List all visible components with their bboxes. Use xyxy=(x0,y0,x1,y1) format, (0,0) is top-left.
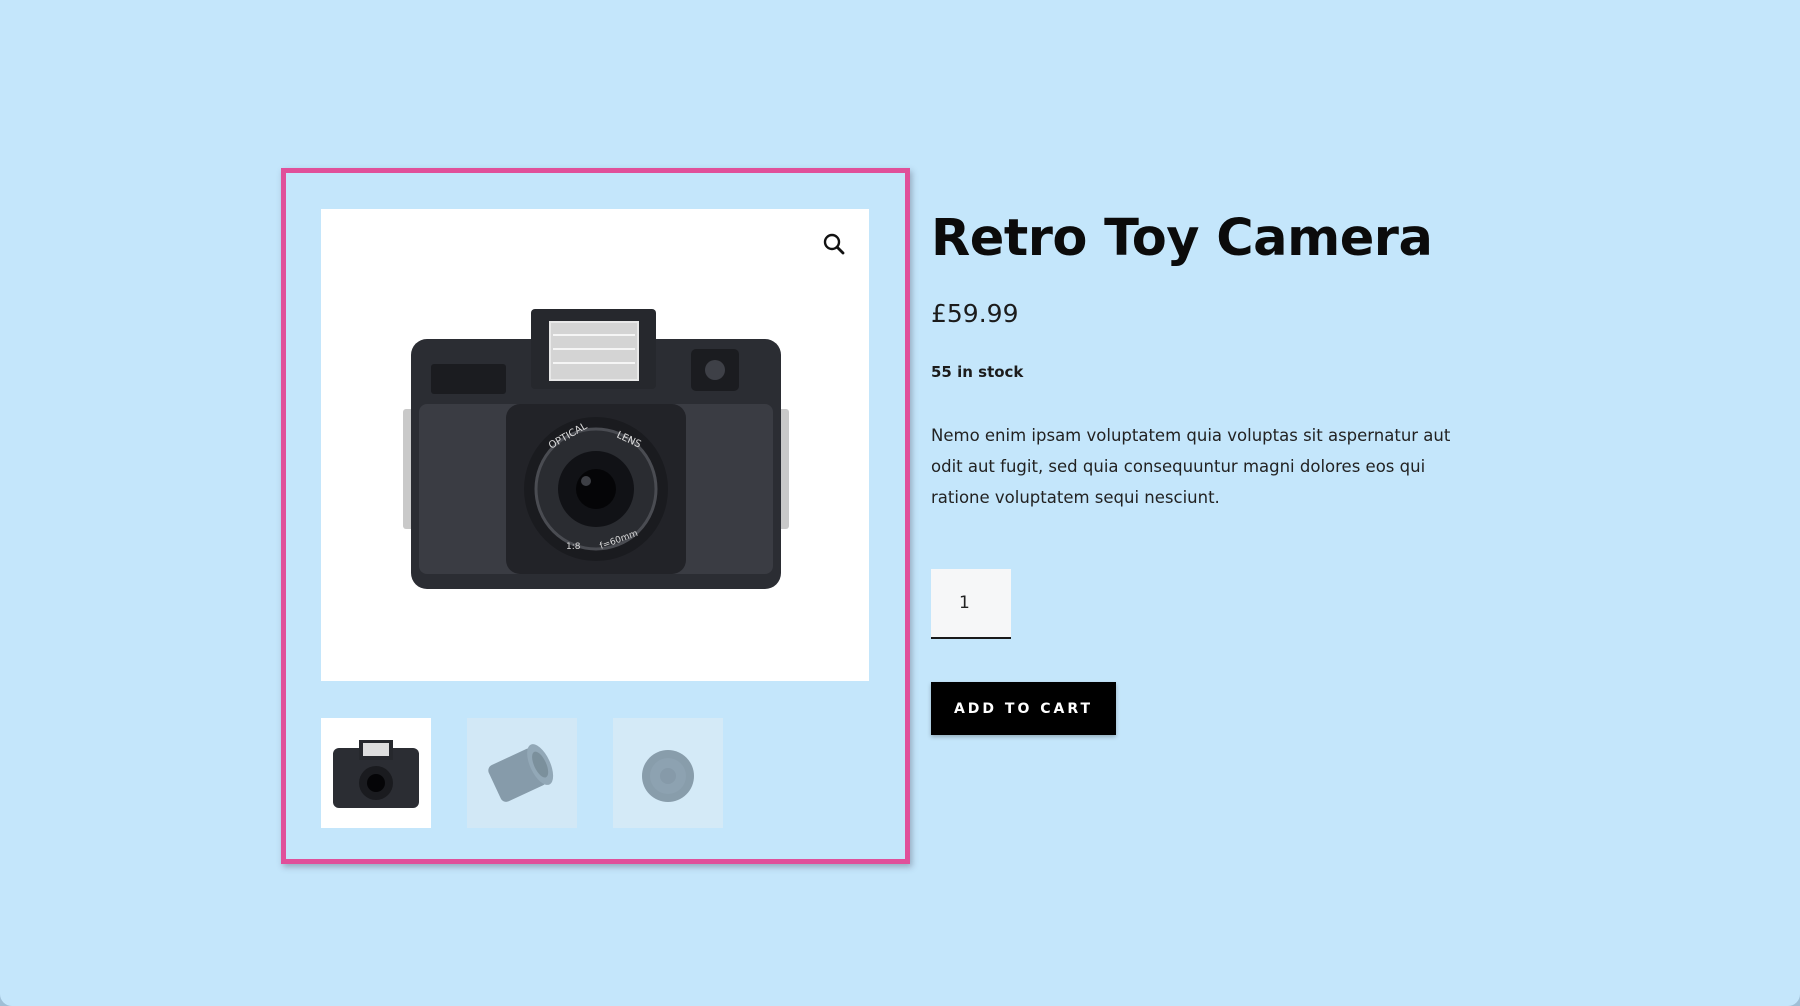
product-summary: Retro Toy Camera £59.99 55 in stock Nemo… xyxy=(931,205,1491,735)
magnifier-icon[interactable] xyxy=(821,231,847,257)
lens-cap-thumb-icon xyxy=(613,718,723,828)
add-to-cart-button[interactable]: ADD TO CART xyxy=(931,682,1116,735)
thumbnail-lens[interactable] xyxy=(467,718,577,828)
quantity-input[interactable] xyxy=(931,569,1011,639)
thumbnail-camera[interactable] xyxy=(321,718,431,828)
lens-thumb-icon xyxy=(467,718,577,828)
svg-text:1:8: 1:8 xyxy=(566,542,581,552)
thumbnail-strip xyxy=(321,718,723,828)
main-product-image[interactable]: OPTICAL LENS 1:8 f=60mm xyxy=(321,209,869,681)
product-price: £59.99 xyxy=(931,299,1019,328)
product-gallery: OPTICAL LENS 1:8 f=60mm xyxy=(281,168,910,864)
stock-status: 55 in stock xyxy=(931,363,1024,381)
product-description: Nemo enim ipsam voluptatem quia voluptas… xyxy=(931,426,1451,507)
thumbnail-lens-cap[interactable] xyxy=(613,718,723,828)
retro-camera-illustration: OPTICAL LENS 1:8 f=60mm xyxy=(403,309,789,589)
product-page: OPTICAL LENS 1:8 f=60mm Retro Toy Camera… xyxy=(0,0,1800,1006)
camera-thumb-icon xyxy=(333,740,419,808)
product-title: Retro Toy Camera xyxy=(931,209,1433,268)
